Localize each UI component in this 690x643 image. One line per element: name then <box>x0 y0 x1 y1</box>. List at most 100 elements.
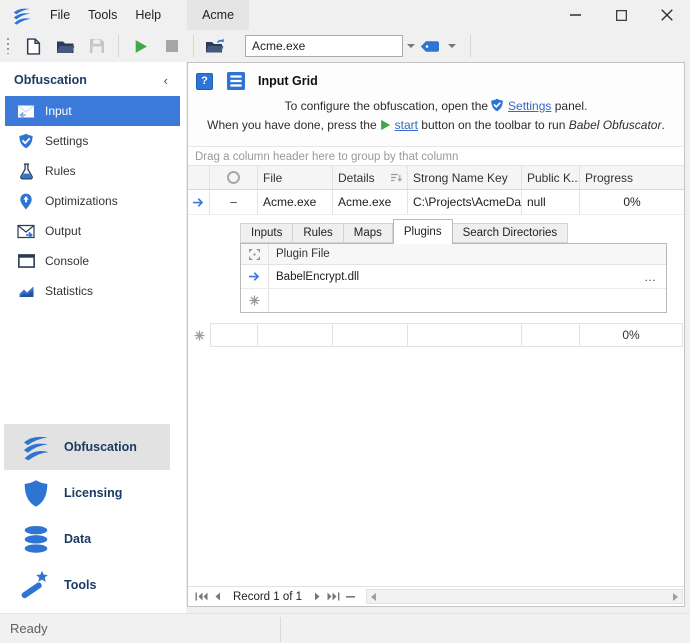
input-envelope-icon <box>16 104 36 119</box>
status-circle-icon <box>227 171 240 184</box>
assembly-combobox-dropdown-button[interactable] <box>407 36 415 56</box>
tag-split-button <box>417 34 461 58</box>
assembly-combobox-input[interactable] <box>246 36 407 56</box>
column-header-public-key[interactable]: Public K... <box>522 166 580 189</box>
nav-item-licensing[interactable]: Licensing <box>4 470 170 516</box>
sidebar-item-input[interactable]: Input <box>5 96 180 126</box>
sort-ascending-icon <box>390 173 402 183</box>
previous-record-button[interactable] <box>214 592 221 601</box>
scroll-right-icon[interactable] <box>673 593 678 601</box>
last-record-button[interactable] <box>327 592 340 601</box>
open-folder-icon <box>56 39 75 54</box>
plugin-grid-header: Plugin File <box>241 244 666 265</box>
sidebar-item-settings[interactable]: Settings <box>5 126 180 156</box>
menu-file[interactable]: File <box>41 0 79 30</box>
maximize-icon <box>616 10 627 21</box>
grid-new-row[interactable]: 0% <box>188 323 684 347</box>
flask-icon <box>16 163 36 180</box>
save-project-button[interactable] <box>84 33 110 59</box>
plugin-row[interactable]: BabelEncrypt.dll … <box>241 265 666 289</box>
new-row-cell[interactable] <box>522 323 580 347</box>
sidebar-item-output[interactable]: Output <box>5 216 180 246</box>
new-project-button[interactable] <box>20 33 46 59</box>
new-row-indicator <box>188 323 210 347</box>
nav-item-tools[interactable]: Tools <box>4 562 170 608</box>
start-obfuscation-button[interactable] <box>127 33 153 59</box>
column-header-strong-name-key[interactable]: Strong Name Key <box>408 166 522 189</box>
collapse-chevron-icon[interactable]: ‹ <box>164 74 168 87</box>
add-assembly-button[interactable] <box>202 33 228 59</box>
cell-plugin-file[interactable]: BabelEncrypt.dll <box>269 271 359 283</box>
menu-tools[interactable]: Tools <box>79 0 126 30</box>
stop-obfuscation-button[interactable] <box>159 33 185 59</box>
document-tab[interactable]: Acme <box>187 0 249 30</box>
toolbar-separator <box>118 35 119 57</box>
select-all-cell[interactable] <box>241 244 269 264</box>
browse-ellipsis-button[interactable]: … <box>644 270 666 284</box>
tab-maps[interactable]: Maps <box>344 223 393 243</box>
tab-plugins[interactable]: Plugins <box>393 219 453 244</box>
toolbar-separator <box>470 35 471 57</box>
sidebar-item-statistics[interactable]: Statistics <box>5 276 180 306</box>
cell-public-key[interactable]: null <box>522 190 580 214</box>
new-row-cell[interactable] <box>408 323 522 347</box>
sidebar-item-label: Optimizations <box>45 194 118 208</box>
cell-file[interactable]: Acme.exe <box>258 190 333 214</box>
collapse-navigator-button[interactable] <box>346 596 355 598</box>
obfuscation-waves-icon <box>18 433 54 461</box>
table-row[interactable]: − Acme.exe Acme.exe C:\Projects\AcmeDat.… <box>188 190 684 215</box>
column-header-plugin-file[interactable]: Plugin File <box>269 248 330 260</box>
question-mark-icon: ? <box>201 75 208 87</box>
collapse-detail-button[interactable]: − <box>210 190 258 214</box>
stop-icon <box>166 40 178 52</box>
detail-tabs: Inputs Rules Maps Plugins Search Directo… <box>240 223 568 244</box>
tab-search-directories[interactable]: Search Directories <box>453 223 569 243</box>
help-button[interactable]: ? <box>196 73 213 90</box>
maximize-button[interactable] <box>598 0 644 30</box>
open-project-button[interactable] <box>52 33 78 59</box>
new-row-asterisk-icon <box>194 330 205 341</box>
tag-button[interactable] <box>417 34 443 58</box>
new-row-cell[interactable] <box>258 323 333 347</box>
scroll-left-icon[interactable] <box>371 593 376 601</box>
new-row-cell[interactable] <box>333 323 408 347</box>
toolbar-grip-handle[interactable] <box>5 38 11 54</box>
record-navigator: Record 1 of 1 <box>188 586 684 606</box>
group-by-panel[interactable]: Drag a column header here to group by th… <box>188 148 684 165</box>
new-row-cell[interactable] <box>210 323 258 347</box>
nav-item-label: Licensing <box>64 486 122 500</box>
horizontal-scrollbar[interactable] <box>366 589 683 604</box>
sidebar-item-console[interactable]: Console <box>5 246 180 276</box>
nav-item-data[interactable]: Data <box>4 516 170 562</box>
first-record-button[interactable] <box>195 592 208 601</box>
grid-header-row: File Details Strong Name Key Public K...… <box>188 165 684 190</box>
plugin-new-row[interactable] <box>241 289 666 312</box>
new-row-indicator <box>241 289 269 312</box>
sidebar-item-label: Rules <box>45 164 76 178</box>
menu-help[interactable]: Help <box>126 0 170 30</box>
nav-item-label: Data <box>64 532 91 546</box>
open-folder-export-icon <box>205 38 225 54</box>
nav-item-label: Tools <box>64 578 96 592</box>
next-record-button[interactable] <box>314 592 321 601</box>
licensing-shield-icon <box>18 479 54 508</box>
tab-rules[interactable]: Rules <box>293 223 343 243</box>
close-button[interactable] <box>644 0 690 30</box>
cell-progress: 0% <box>580 190 684 214</box>
minimize-button[interactable] <box>552 0 598 30</box>
settings-link[interactable]: Settings <box>508 99 551 113</box>
column-header-file[interactable]: File <box>258 166 333 189</box>
toolbar <box>0 30 690 62</box>
assembly-combobox[interactable] <box>245 35 403 57</box>
sidebar-item-rules[interactable]: Rules <box>5 156 180 186</box>
column-header-progress[interactable]: Progress <box>580 166 684 189</box>
sidebar-item-optimizations[interactable]: Optimizations <box>5 186 180 216</box>
tag-dropdown-button[interactable] <box>443 34 461 58</box>
cell-details[interactable]: Acme.exe <box>333 190 408 214</box>
column-header-details[interactable]: Details <box>333 166 408 189</box>
nav-item-obfuscation[interactable]: Obfuscation <box>4 424 170 470</box>
start-link[interactable]: start <box>395 118 418 132</box>
tab-inputs[interactable]: Inputs <box>240 223 293 243</box>
status-column-header[interactable] <box>210 166 258 189</box>
cell-strong-name-key[interactable]: C:\Projects\AcmeDat... <box>408 190 522 214</box>
